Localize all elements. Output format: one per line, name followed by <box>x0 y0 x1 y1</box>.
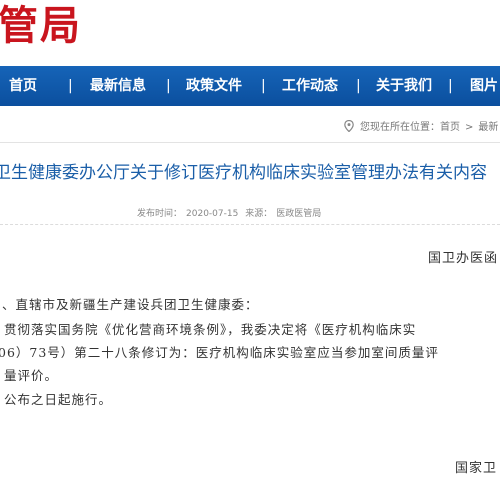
nav-item-home[interactable]: 首页 <box>9 66 37 106</box>
site-title: 管局 <box>0 2 82 49</box>
nav-separator: | <box>356 78 361 94</box>
nav-item-work-news[interactable]: 工作动态 <box>282 66 338 106</box>
nav-separator: | <box>261 78 266 94</box>
site-header: 管局 <box>0 0 500 66</box>
nav-item-latest[interactable]: 最新信息 <box>90 66 146 106</box>
article-meta: 发布时间： 2020-07-15 来源： 医政医管局 <box>137 206 325 219</box>
publish-label: 发布时间： <box>137 209 183 219</box>
main-nav: 首页 | 最新信息 | 政策文件 | 工作动态 | 关于我们 | 图片 <box>0 66 500 106</box>
document-number: 国卫办医函 <box>428 251 499 266</box>
location-pin-icon <box>344 120 354 132</box>
nav-separator: | <box>68 78 73 94</box>
nav-separator: | <box>448 78 453 94</box>
breadcrumb: 您现在所在位置：首页 > 最新 <box>344 118 498 138</box>
breadcrumb-separator: > <box>465 122 474 133</box>
publish-date: 2020-07-15 <box>186 209 239 219</box>
nav-separator: | <box>166 78 171 94</box>
divider <box>0 142 500 143</box>
source-value: 医政医管局 <box>276 209 322 219</box>
signature: 国家卫 <box>455 461 498 476</box>
meta-divider <box>0 224 500 225</box>
body-paragraph: 、直辖市及新疆生产建设兵团卫生健康委： <box>2 297 259 312</box>
article-title: 卫生健康委办公厅关于修订医疗机构临床实验室管理办法有关内容 <box>0 163 487 183</box>
breadcrumb-home-link[interactable]: 首页 <box>440 122 460 133</box>
nav-item-images[interactable]: 图片 <box>470 66 498 106</box>
breadcrumb-prefix: 您现在所在位置： <box>360 122 440 133</box>
body-paragraph: 量评价。 <box>4 368 59 383</box>
nav-item-about[interactable]: 关于我们 <box>376 66 432 106</box>
body-paragraph: 贯彻落实国务院《优化营商环境条例》，我委决定将《医疗机构临床实 <box>4 322 417 337</box>
nav-item-policy[interactable]: 政策文件 <box>186 66 242 106</box>
source-label: 来源： <box>245 209 273 219</box>
body-paragraph: 06）73号）第二十八条修订为：医疗机构临床实验室应当参加室间质量评 <box>0 345 439 360</box>
breadcrumb-current-link[interactable]: 最新 <box>478 122 498 133</box>
body-paragraph: 公布之日起施行。 <box>4 392 113 407</box>
